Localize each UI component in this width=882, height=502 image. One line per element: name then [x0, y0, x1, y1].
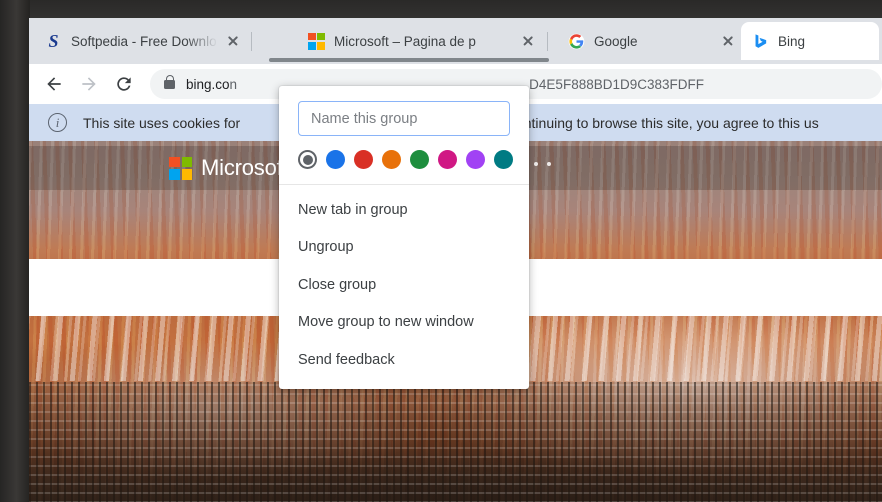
- tab-title: Microsoft – Pagina de p: [334, 33, 476, 49]
- browser-window: S Softpedia - Free Downlo Microsoft – Pa…: [29, 18, 882, 502]
- url-text: bing.con: [186, 77, 237, 92]
- url-fragment: D4E5F888BD1D9C383FDFF: [529, 76, 704, 92]
- menu-item-ungroup[interactable]: Ungroup: [279, 229, 529, 267]
- color-swatch-cyan[interactable]: [494, 150, 513, 169]
- info-icon: i: [48, 113, 67, 132]
- tab-group-underline: [269, 58, 549, 62]
- color-swatch-grey[interactable]: [298, 150, 317, 169]
- tab-bing[interactable]: Bing: [741, 22, 879, 60]
- color-swatch-pink[interactable]: [438, 150, 457, 169]
- group-color-swatches: [279, 136, 529, 185]
- tab-title: Softpedia - Free Downlo: [71, 33, 217, 49]
- back-arrow-icon[interactable]: [39, 69, 69, 99]
- microsoft-logo-icon: [308, 32, 325, 50]
- lock-icon: [164, 74, 175, 89]
- color-swatch-purple[interactable]: [466, 150, 485, 169]
- bing-b-icon: [752, 33, 769, 50]
- url-host: bing.co: [186, 76, 230, 92]
- desktop-background-top: [0, 0, 882, 19]
- group-name-placeholder: Name this group: [311, 110, 418, 127]
- color-swatch-green[interactable]: [410, 150, 429, 169]
- desktop-background-left: [0, 0, 30, 502]
- screen: S Softpedia - Free Downlo Microsoft – Pa…: [0, 0, 882, 502]
- tab-strip: S Softpedia - Free Downlo Microsoft – Pa…: [29, 18, 882, 64]
- menu-item-move-group-to-new-window[interactable]: Move group to new window: [279, 304, 529, 342]
- tab-separator: [251, 32, 252, 51]
- reload-icon[interactable]: [109, 69, 139, 99]
- close-icon[interactable]: [224, 32, 242, 50]
- group-menu: New tab in group Ungroup Close group Mov…: [279, 185, 529, 379]
- tab-softpedia[interactable]: S Softpedia - Free Downlo: [34, 22, 250, 60]
- softpedia-icon: S: [48, 30, 59, 51]
- cookie-notice-text-left: This site uses cookies for: [83, 114, 241, 131]
- group-name-input[interactable]: Name this group: [298, 101, 510, 136]
- color-swatch-orange[interactable]: [382, 150, 401, 169]
- tab-separator: [547, 32, 548, 51]
- menu-item-close-group[interactable]: Close group: [279, 266, 529, 304]
- color-swatch-red[interactable]: [354, 150, 373, 169]
- menu-item-send-feedback[interactable]: Send feedback: [279, 341, 529, 379]
- tab-microsoft[interactable]: Microsoft – Pagina de p: [297, 22, 545, 60]
- google-g-icon: [568, 33, 585, 50]
- tab-title: Bing: [778, 33, 806, 49]
- forward-arrow-icon: [74, 69, 104, 99]
- tab-title: Google: [594, 33, 638, 49]
- color-swatch-blue[interactable]: [326, 150, 345, 169]
- menu-item-new-tab-in-group[interactable]: New tab in group: [279, 191, 529, 229]
- tab-google[interactable]: Google: [557, 22, 745, 60]
- close-icon[interactable]: [719, 32, 737, 50]
- brand-wordmark: Microsoft: [201, 155, 289, 180]
- url-rest: n: [229, 76, 238, 92]
- photo-forest-band: [29, 382, 882, 502]
- tab-group-popup: Name this group New tab in group Ungroup…: [279, 86, 529, 389]
- close-icon[interactable]: [519, 32, 537, 50]
- more-dots-icon[interactable]: [534, 162, 551, 166]
- microsoft-logo-icon: [169, 156, 192, 180]
